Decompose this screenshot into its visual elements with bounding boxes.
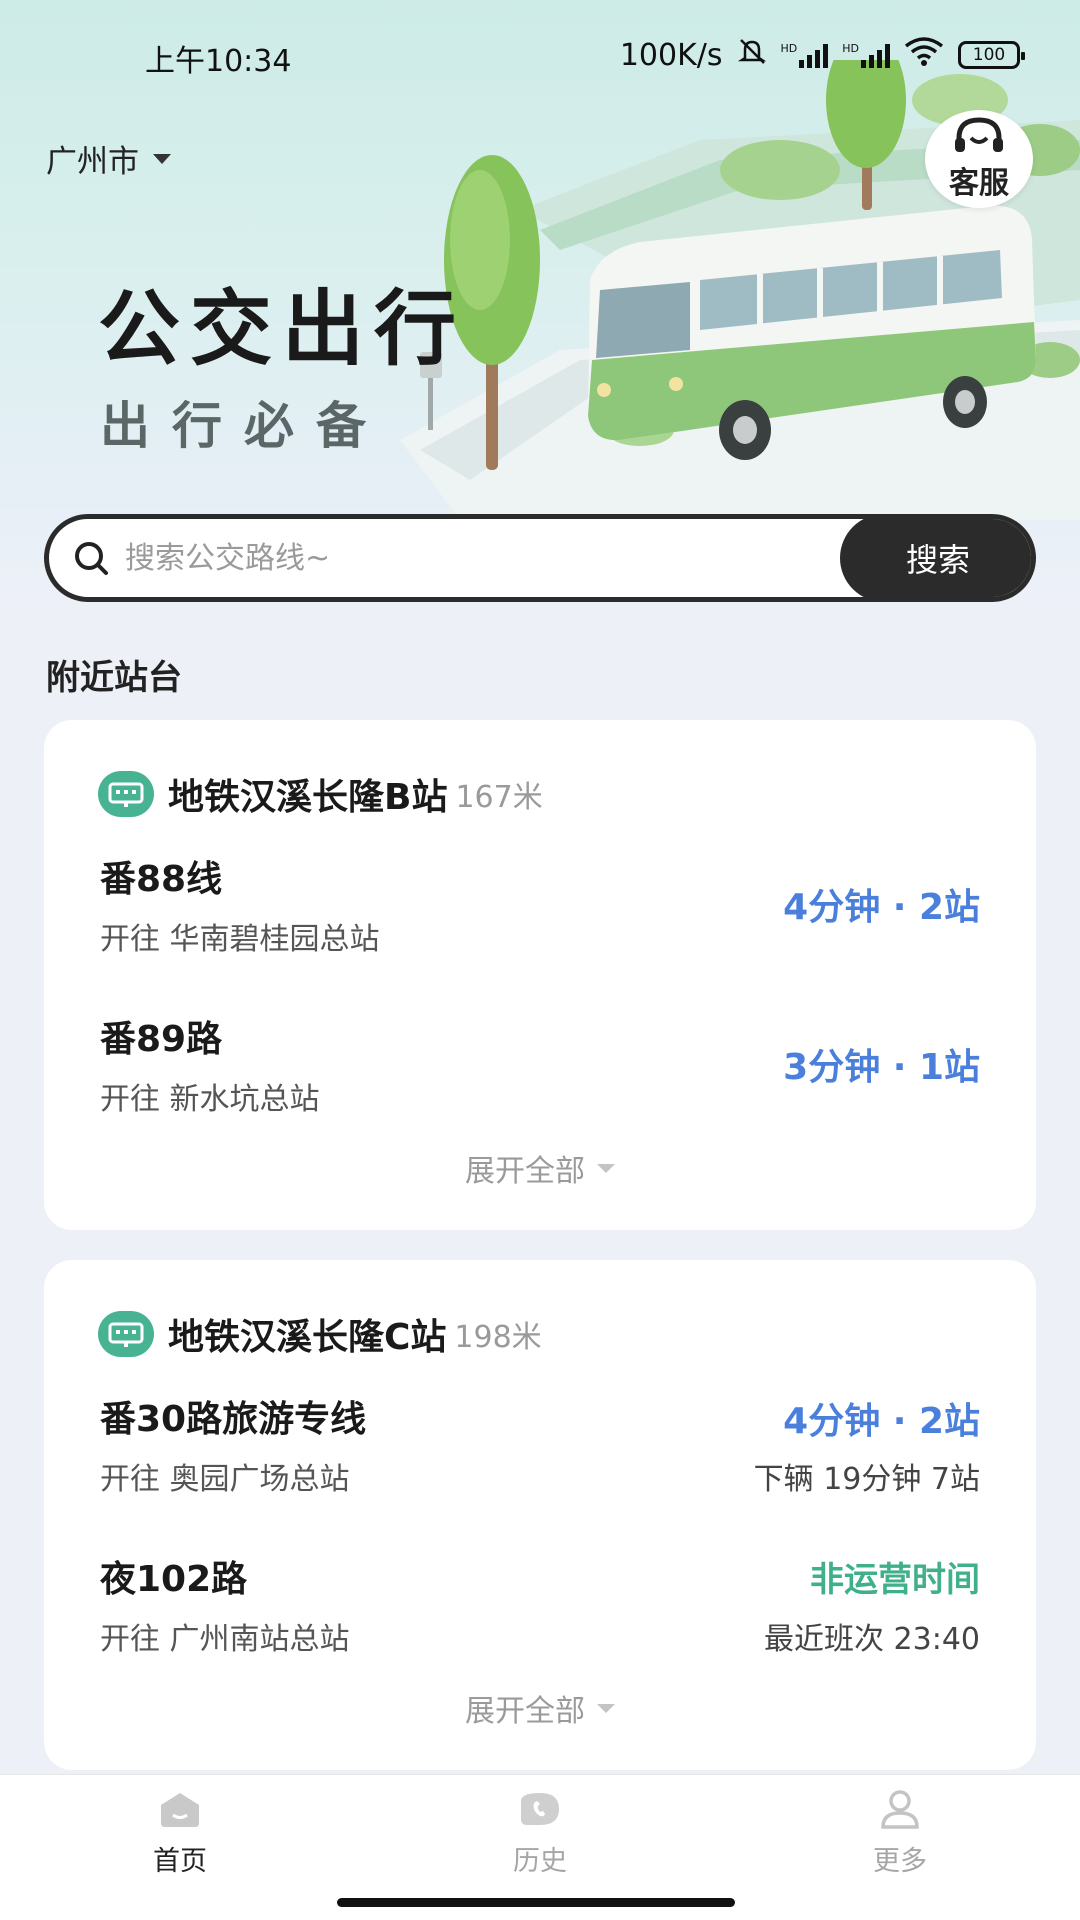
station-distance: 167米 bbox=[455, 780, 543, 815]
route-item[interactable]: 番89路 开往 新水坑总站 3分钟 · 1站 bbox=[100, 1010, 980, 1130]
route-eta: 4分钟 · 2站 bbox=[783, 1401, 980, 1442]
route-item[interactable]: 夜102路 开往 广州南站总站 非运营时间 最近班次 23:40 bbox=[100, 1550, 980, 1670]
chevron-down-icon bbox=[597, 1163, 615, 1173]
chevron-down-icon bbox=[153, 153, 171, 164]
station-header[interactable]: 地铁汉溪长隆C站 198米 bbox=[98, 1308, 542, 1360]
page-title: 公交出行 bbox=[98, 282, 467, 377]
chevron-down-icon bbox=[597, 1703, 615, 1713]
page-subtitle: 出行必备 bbox=[100, 397, 388, 455]
station-header[interactable]: 地铁汉溪长隆B站 167米 bbox=[98, 768, 543, 820]
tab-label: 更多 bbox=[873, 1846, 927, 1877]
station-card: 地铁汉溪长隆C站 198米 番30路旅游专线 开往 奥园广场总站 4分钟 · 2… bbox=[44, 1260, 1036, 1770]
hd-label-2: HD bbox=[842, 42, 859, 55]
route-status: 非运营时间 bbox=[810, 1560, 980, 1600]
customer-service-label: 客服 bbox=[949, 166, 1009, 201]
battery-level: 100 bbox=[972, 45, 1006, 65]
station-name: 地铁汉溪长隆C站 bbox=[168, 1317, 447, 1358]
expand-all-button[interactable]: 展开全部 bbox=[44, 1146, 1036, 1190]
station-card: 地铁汉溪长隆B站 167米 番88线 开往 华南碧桂园总站 4分钟 · 2站 番… bbox=[44, 720, 1036, 1230]
route-next-bus: 最近班次 23:40 bbox=[764, 1622, 980, 1657]
route-direction: 开往 广州南站总站 bbox=[100, 1622, 350, 1657]
city-selector[interactable]: 广州市 bbox=[46, 136, 171, 181]
tab-label: 首页 bbox=[153, 1846, 207, 1877]
route-direction: 开往 奥园广场总站 bbox=[100, 1462, 350, 1497]
user-icon bbox=[877, 1789, 923, 1833]
signal-icon-2: HD bbox=[842, 42, 890, 68]
station-distance: 198米 bbox=[454, 1320, 542, 1355]
bus-stop-icon bbox=[98, 1311, 154, 1357]
status-bar: 上午10:34 100K/s HD HD 100 bbox=[0, 0, 1080, 110]
route-name: 夜102路 bbox=[100, 1559, 248, 1600]
signal-icon: HD bbox=[781, 42, 829, 68]
expand-all-label: 展开全部 bbox=[465, 1154, 585, 1189]
expand-all-label: 展开全部 bbox=[465, 1694, 585, 1729]
hd-label-1: HD bbox=[780, 42, 798, 55]
route-direction: 开往 华南碧桂园总站 bbox=[100, 922, 380, 957]
tab-home[interactable]: 首页 bbox=[80, 1789, 280, 1878]
route-name: 番30路旅游专线 bbox=[100, 1399, 367, 1440]
route-item[interactable]: 番30路旅游专线 开往 奥园广场总站 4分钟 · 2站 下辆 19分钟 7站 bbox=[100, 1390, 980, 1510]
status-icons: 100K/s HD HD 100 bbox=[619, 36, 1025, 74]
search-bar[interactable]: 搜索 bbox=[44, 514, 1036, 602]
city-label: 广州市 bbox=[46, 144, 139, 180]
home-icon bbox=[157, 1789, 203, 1833]
headset-icon bbox=[951, 116, 1007, 164]
route-next-bus: 下辆 19分钟 7站 bbox=[753, 1462, 980, 1497]
home-indicator[interactable] bbox=[337, 1898, 735, 1907]
route-direction: 开往 新水坑总站 bbox=[100, 1082, 320, 1117]
route-eta: 3分钟 · 1站 bbox=[783, 1047, 980, 1088]
tab-history[interactable]: 历史 bbox=[440, 1789, 640, 1878]
customer-service-button[interactable]: 客服 bbox=[925, 110, 1033, 208]
history-icon bbox=[517, 1789, 563, 1833]
station-name: 地铁汉溪长隆B站 bbox=[168, 777, 448, 818]
wifi-icon bbox=[904, 36, 944, 74]
route-eta: 4分钟 · 2站 bbox=[783, 887, 980, 928]
tab-label: 历史 bbox=[513, 1846, 567, 1877]
bus-stop-icon bbox=[98, 771, 154, 817]
route-name: 番88线 bbox=[100, 859, 223, 900]
battery-icon: 100 bbox=[958, 41, 1025, 69]
search-icon bbox=[71, 538, 111, 578]
search-input[interactable] bbox=[125, 540, 840, 576]
route-item[interactable]: 番88线 开往 华南碧桂园总站 4分钟 · 2站 bbox=[100, 850, 980, 970]
tab-more[interactable]: 更多 bbox=[800, 1789, 1000, 1878]
mute-icon bbox=[737, 36, 767, 74]
expand-all-button[interactable]: 展开全部 bbox=[44, 1686, 1036, 1730]
status-time: 上午10:34 bbox=[145, 44, 292, 79]
search-button[interactable]: 搜索 bbox=[840, 519, 1031, 597]
route-name: 番89路 bbox=[100, 1019, 223, 1060]
network-speed: 100K/s bbox=[619, 37, 723, 73]
nearby-section-title: 附近站台 bbox=[46, 658, 182, 698]
